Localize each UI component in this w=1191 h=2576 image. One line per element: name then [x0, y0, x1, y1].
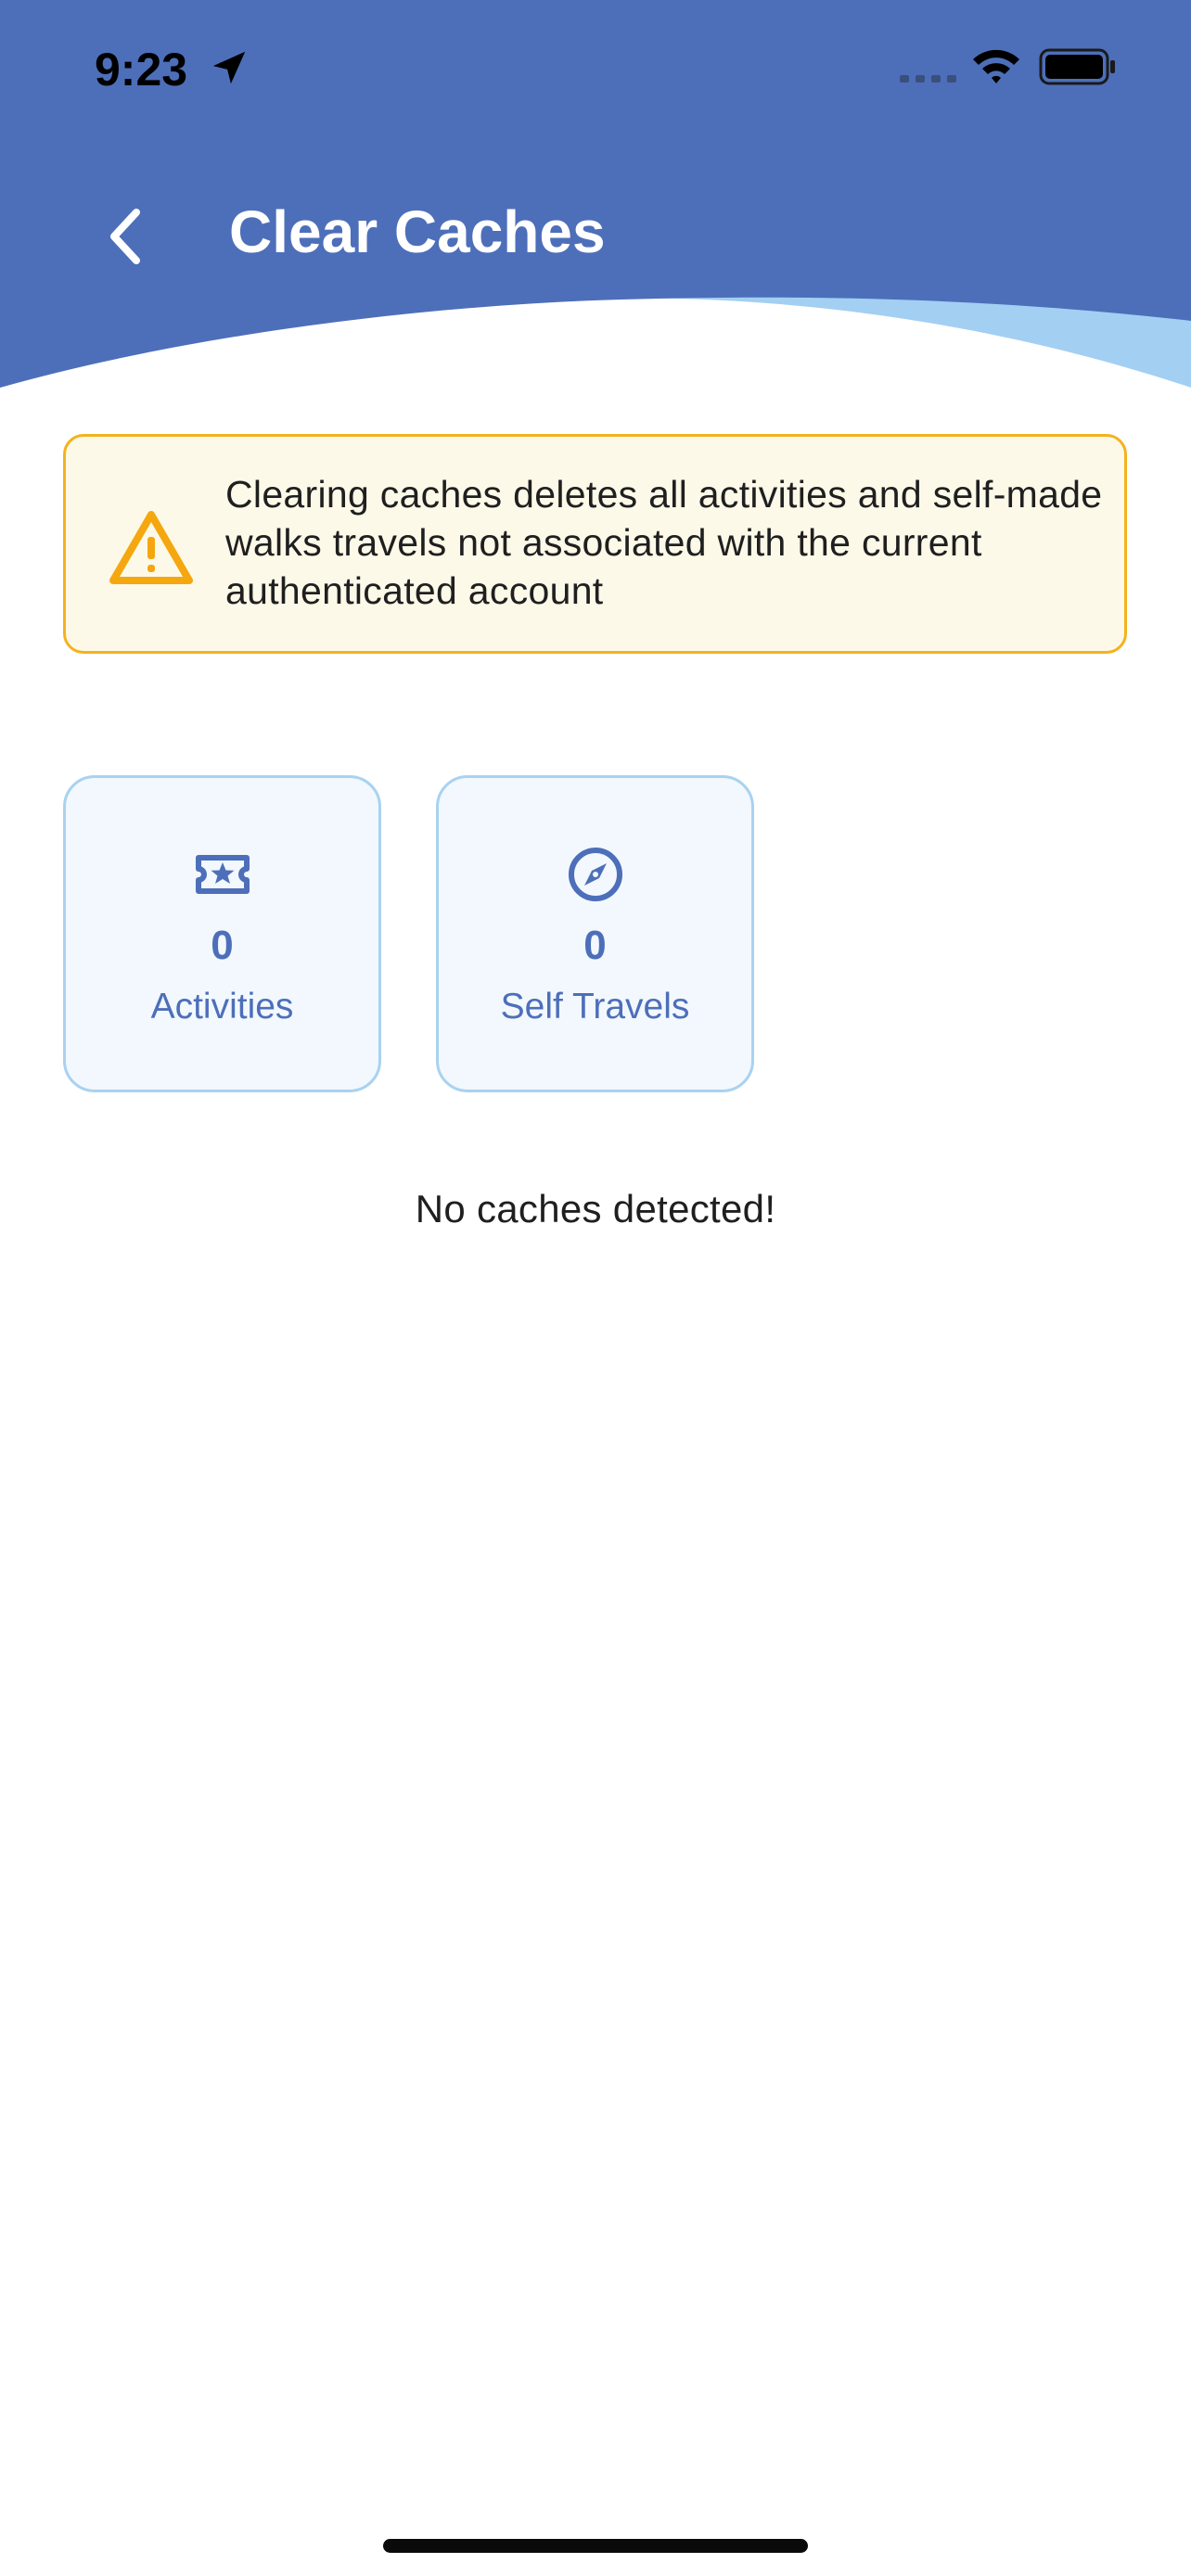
activities-count: 0: [211, 923, 234, 968]
back-button[interactable]: [93, 199, 158, 274]
battery-icon: [1039, 48, 1115, 85]
empty-state-message: No caches detected!: [415, 1187, 776, 1231]
wifi-icon: [973, 49, 1019, 83]
ticket-star-icon: [195, 855, 250, 894]
page-title: Clear Caches: [229, 198, 606, 265]
clear-caches-screen: 9:23 Clear Caches Clearing caches delete…: [0, 0, 1191, 2576]
compass-icon: [568, 848, 622, 901]
warning-text: Clearing caches deletes all activities a…: [225, 473, 1103, 612]
cellular-signal-icon: [900, 75, 956, 83]
home-indicator[interactable]: [383, 2539, 808, 2553]
status-bar-time: 9:23: [95, 44, 188, 96]
location-arrow-icon: [212, 51, 246, 84]
warning-banner: Clearing caches deletes all activities a…: [63, 434, 1127, 654]
self-travels-cache-card[interactable]: 0 Self Travels: [436, 775, 754, 1092]
header: 9:23 Clear Caches: [0, 0, 1191, 399]
self-travels-count: 0: [583, 923, 607, 968]
warning-triangle-icon: [109, 511, 193, 584]
activities-cache-card[interactable]: 0 Activities: [63, 775, 381, 1092]
activities-label: Activities: [150, 987, 294, 1027]
chevron-left-icon: [110, 209, 140, 264]
self-travels-label: Self Travels: [500, 987, 690, 1027]
